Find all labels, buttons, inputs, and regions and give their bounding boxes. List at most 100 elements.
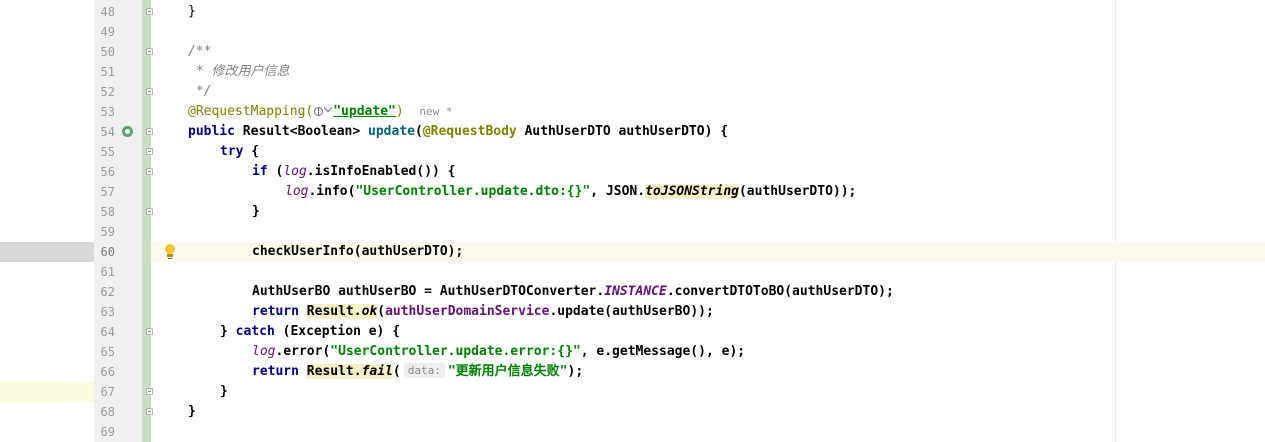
code-token: (: [415, 124, 423, 139]
fold-marker-icon[interactable]: [146, 408, 153, 415]
annotation-token: @RequestMapping(: [188, 104, 314, 119]
code-token: .info(: [308, 184, 356, 199]
code-line[interactable]: 66 return Result.fail(data: "更新用户信息失败");: [0, 362, 1265, 382]
string-token[interactable]: "update": [333, 104, 396, 119]
code-token: , e.getMessage(), e);: [580, 344, 746, 359]
code-token: (: [377, 304, 386, 319]
endpoint-icon[interactable]: [122, 126, 133, 137]
fold-marker-icon[interactable]: [146, 128, 153, 135]
code-line[interactable]: 49: [0, 22, 1265, 42]
line-number: 55: [100, 145, 115, 159]
line-number: 53: [100, 105, 115, 119]
code-token: }: [188, 404, 196, 419]
fold-marker-icon[interactable]: [146, 328, 153, 335]
field-token: log: [283, 164, 307, 179]
code-token: .update(authUserBO));: [549, 304, 714, 319]
code-line-current[interactable]: 60 checkUserInfo(authUserDTO);: [0, 242, 1265, 262]
field-token: log: [252, 344, 276, 359]
line-number: 60: [100, 245, 115, 259]
fold-marker-icon[interactable]: [146, 48, 153, 55]
static-method-token: fail: [361, 364, 393, 379]
code-token: AuthUserDTO authUserDTO) {: [516, 124, 729, 139]
code-line[interactable]: 52 */: [0, 82, 1265, 102]
string-token: "UserController.update.error:{}": [330, 344, 581, 359]
code-line[interactable]: 51 * 修改用户信息: [0, 62, 1265, 82]
code-token: checkUserInfo(authUserDTO);: [252, 244, 464, 259]
string-token: "UserController.update.dto:{}": [355, 184, 591, 199]
code-line[interactable]: 54 public Result<Boolean> update(@Reques…: [0, 122, 1265, 142]
fold-marker-icon[interactable]: [146, 88, 153, 95]
line-number: 51: [100, 65, 115, 79]
fold-marker-icon[interactable]: [146, 388, 153, 395]
line-number: 48: [100, 5, 115, 19]
static-method-token: toJSONString: [645, 184, 739, 199]
code-line[interactable]: 62 AuthUserBO authUserBO = AuthUserDTOCo…: [0, 282, 1265, 302]
keyword-token: if: [252, 164, 268, 179]
line-number: 66: [100, 365, 115, 379]
keyword-token: return: [252, 304, 299, 319]
code-line[interactable]: 63 return Result.ok(authUserDomainServic…: [0, 302, 1265, 322]
code-token: }: [220, 324, 236, 339]
globe-icon[interactable]: [314, 107, 324, 116]
code-token: .convertDTOToBO(authUserDTO);: [666, 284, 894, 299]
code-line[interactable]: 55 try {: [0, 142, 1265, 162]
line-number: 63: [100, 305, 115, 319]
fold-marker-icon[interactable]: [146, 148, 153, 155]
code-line[interactable]: 61: [0, 262, 1265, 282]
fold-marker-icon[interactable]: [146, 8, 153, 15]
code-line[interactable]: 68 }: [0, 402, 1265, 422]
line-number: 57: [100, 185, 115, 199]
code-line[interactable]: 59: [0, 222, 1265, 242]
code-token: Result.: [306, 304, 362, 319]
code-token: (: [392, 364, 401, 379]
line-number: 65: [100, 345, 115, 359]
code-line[interactable]: 64 } catch (Exception e) {: [0, 322, 1265, 342]
string-token: "更新用户信息失败": [447, 364, 568, 379]
code-token: {: [243, 144, 260, 159]
annotation-token: ): [395, 104, 404, 119]
static-field-token: INSTANCE: [604, 284, 667, 299]
lightbulb-icon[interactable]: [164, 244, 176, 260]
line-number: 62: [100, 285, 115, 299]
line-number: 56: [100, 165, 115, 179]
code-token: );: [567, 364, 584, 379]
field-token: authUserDomainService: [385, 304, 550, 319]
type-token: Result<Boolean>: [234, 124, 369, 139]
code-line[interactable]: 65 log.error("UserController.update.erro…: [0, 342, 1265, 362]
code-token: (Exception e) {: [274, 324, 401, 339]
line-number: 59: [100, 225, 115, 239]
line-number: 58: [100, 205, 115, 219]
code-token: (: [267, 164, 284, 179]
line-number: 69: [100, 425, 115, 439]
code-line[interactable]: 48 }: [0, 2, 1265, 22]
keyword-token: catch: [235, 324, 275, 339]
method-name: update: [368, 124, 415, 139]
chevron-down-icon[interactable]: [323, 103, 333, 113]
code-token: Result.: [306, 364, 362, 379]
code-token: }: [252, 204, 260, 219]
code-line[interactable]: 50 /**: [0, 42, 1265, 62]
static-method-token: ok: [361, 304, 378, 319]
author-inlay-hint[interactable]: new *: [419, 105, 452, 118]
code-token: , JSON.: [590, 184, 646, 199]
code-line[interactable]: 69: [0, 422, 1265, 442]
code-token: .error(: [275, 344, 331, 359]
javadoc-open: /**: [188, 44, 212, 59]
annotation-token: @RequestBody: [422, 124, 517, 139]
line-number: 52: [100, 85, 115, 99]
code-token: .isInfoEnabled()) {: [306, 164, 456, 179]
line-number: 68: [100, 405, 115, 419]
code-line[interactable]: 53 @RequestMapping( "update") new *: [0, 102, 1265, 122]
field-token: log: [285, 184, 309, 199]
code-line[interactable]: 58 }: [0, 202, 1265, 222]
fold-marker-icon[interactable]: [146, 168, 153, 175]
code-line[interactable]: 67 }: [0, 382, 1265, 402]
line-number: 54: [100, 125, 115, 139]
line-number: 49: [100, 25, 115, 39]
code-token: (authUserDTO));: [738, 184, 857, 199]
code-line[interactable]: 56 if (log.isInfoEnabled()) {: [0, 162, 1265, 182]
code-line[interactable]: 57 log.info("UserController.update.dto:{…: [0, 182, 1265, 202]
keyword-token: try: [220, 144, 244, 159]
fold-marker-icon[interactable]: [146, 208, 153, 215]
code-token: }: [220, 384, 228, 399]
